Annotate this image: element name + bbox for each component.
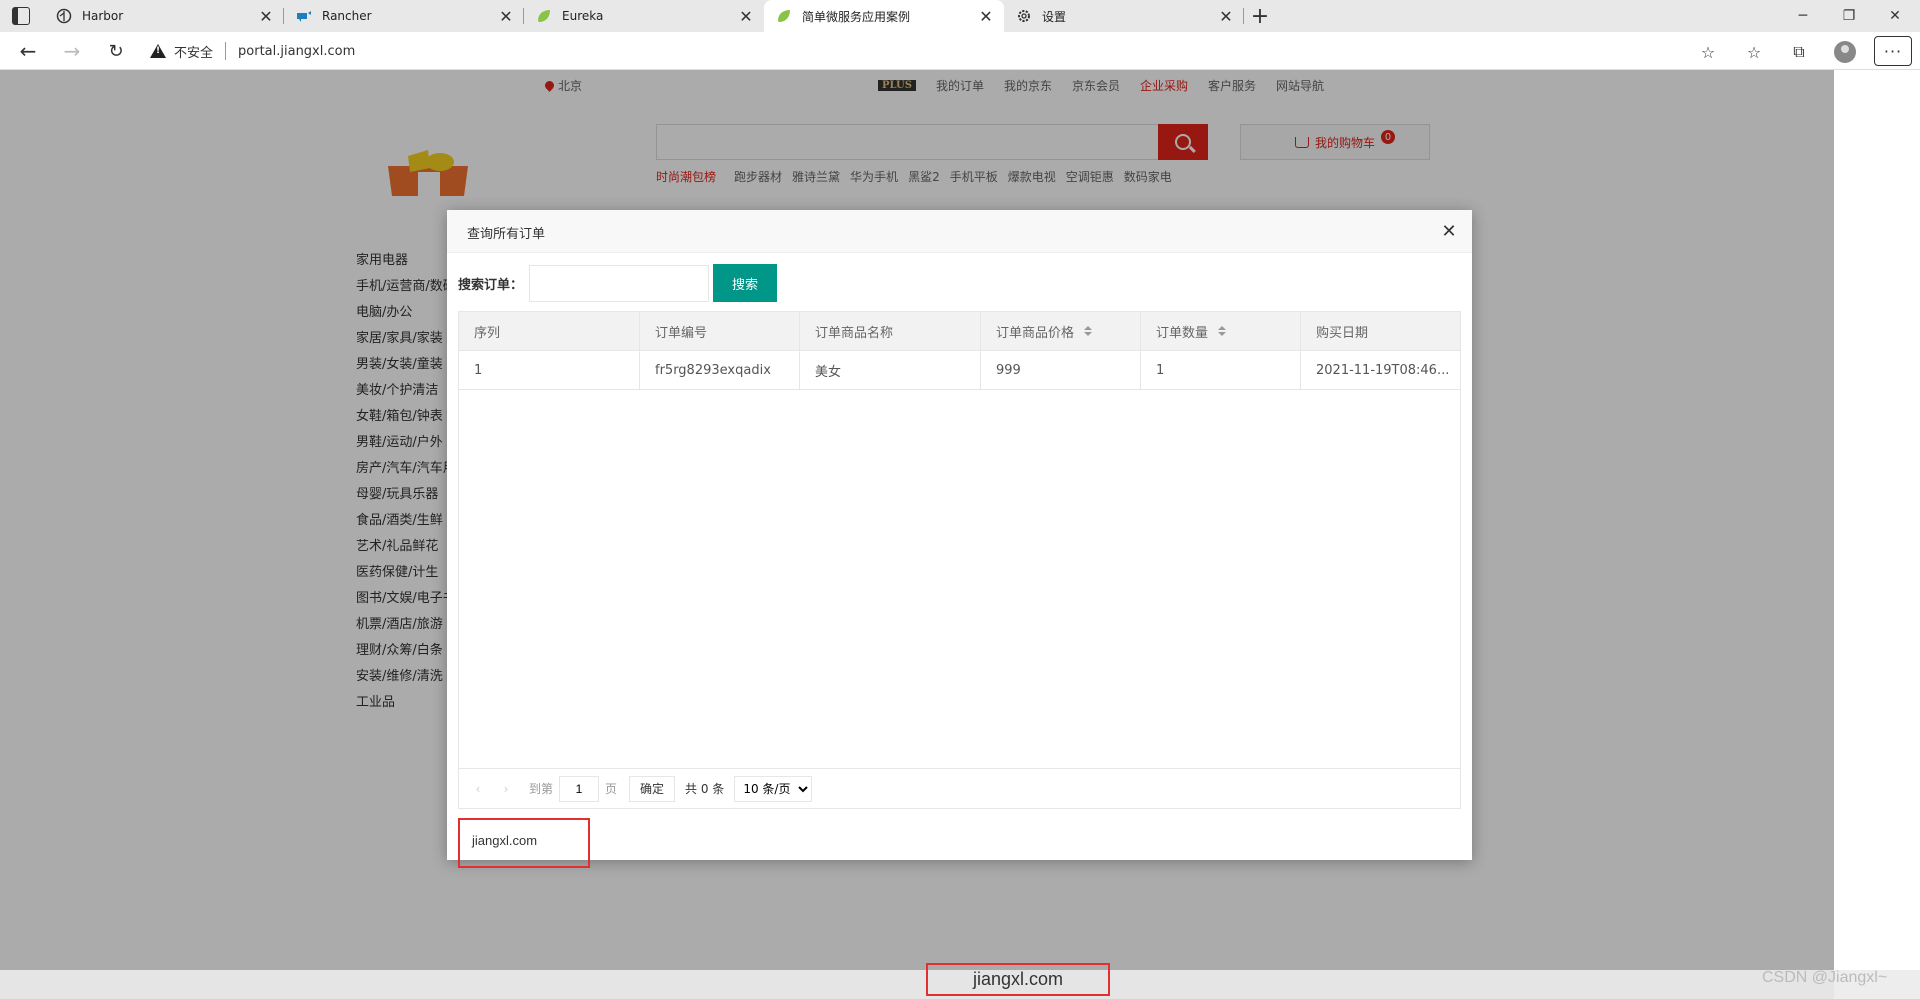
minimize-icon[interactable]: ─ <box>1780 0 1826 32</box>
spring-leaf-icon <box>536 8 552 24</box>
web-page: 家用电器 手机/运营商/数码 电脑/办公 家居/家具/家装 男装/女装/童装 美… <box>0 70 1920 999</box>
order-search-label: 搜索订单： <box>458 277 524 293</box>
order-search-button[interactable]: 搜索 <box>713 264 778 302</box>
column-header-sortable[interactable]: 订单数量 <box>1141 312 1301 350</box>
tab-title: Harbor <box>82 9 124 23</box>
goto-confirm-button[interactable]: 确定 <box>629 775 676 802</box>
page-size-select[interactable]: 10 条/页 <box>734 775 813 802</box>
total-count: 共 0 条 <box>685 782 725 796</box>
forward-icon[interactable]: → <box>60 39 84 63</box>
tab-eureka[interactable]: Eureka ✕ <box>524 0 764 32</box>
profile-icon[interactable] <box>1832 39 1858 65</box>
page-number-input[interactable] <box>559 775 600 802</box>
watermark-modal: jiangxl.com <box>458 818 590 868</box>
tab-close-icon[interactable]: ✕ <box>974 4 998 28</box>
column-label: 购买日期 <box>1316 325 1369 341</box>
address-bar: ← → ↻ 不安全 portal.jiangxl.com ☆ ☆ ⧉ ··· <box>0 32 1920 70</box>
tab-close-icon[interactable]: ✕ <box>254 4 278 28</box>
column-header: 序列 <box>459 312 640 350</box>
table-cell: fr5rg8293exqadix <box>640 351 800 389</box>
avatar <box>1834 41 1856 63</box>
column-header-sortable[interactable]: 订单商品价格 <box>981 312 1141 350</box>
tab-title: Eureka <box>562 9 604 23</box>
column-label: 序列 <box>474 325 501 341</box>
security-label: 不安全 <box>174 45 214 61</box>
goto-label: 到第 <box>529 782 554 796</box>
tab-microservice-demo[interactable]: 简单微服务应用案例 ✕ <box>764 0 1004 32</box>
favorite-add-icon[interactable]: ☆ <box>1695 39 1721 65</box>
favorites-icon[interactable]: ☆ <box>1741 39 1767 65</box>
url-divider <box>225 42 227 60</box>
tab-harbor[interactable]: Harbor ✕ <box>44 0 284 32</box>
refresh-icon[interactable]: ↻ <box>104 39 128 63</box>
table-row[interactable]: 1 fr5rg8293exqadix 美女 999 1 2021-11-19T0… <box>459 351 1460 390</box>
restore-icon[interactable]: ❐ <box>1826 0 1872 32</box>
tab-close-icon[interactable]: ✕ <box>1214 4 1238 28</box>
table-cell: 美女 <box>800 351 981 389</box>
close-icon[interactable]: ✕ <box>1438 220 1460 242</box>
csdn-watermark: CSDN @Jiangxl~ <box>1762 969 1888 986</box>
harbor-favicon-icon <box>56 8 72 24</box>
collections-icon[interactable]: ⧉ <box>1786 39 1812 65</box>
prev-page-icon[interactable]: ‹ <box>467 778 489 800</box>
pagination: ‹ › 到第 页 确定 共 0 条 10 条/页 <box>458 768 1461 809</box>
close-window-icon[interactable]: ✕ <box>1872 0 1918 32</box>
table-cell: 1 <box>1141 351 1301 389</box>
url-text: portal.jiangxl.com <box>238 43 356 59</box>
column-label: 订单商品价格 <box>996 325 1075 341</box>
next-page-icon[interactable]: › <box>495 778 517 800</box>
column-header: 订单编号 <box>640 312 800 350</box>
table-cell: 999 <box>981 351 1141 389</box>
table-header: 序列 订单编号 订单商品名称 订单商品价格 订单数量 购买日期 <box>459 312 1460 351</box>
sort-icon[interactable] <box>1084 326 1093 336</box>
modal-title: 查询所有订单 <box>467 227 546 242</box>
spring-leaf-icon <box>776 8 792 24</box>
page-unit-label: 页 <box>605 782 618 796</box>
tab-settings[interactable]: 设置 ✕ <box>1004 0 1244 32</box>
table-cell: 1 <box>459 351 640 389</box>
column-label: 订单商品名称 <box>815 325 894 341</box>
new-tab-button[interactable]: + <box>1248 4 1272 29</box>
modal-header: 查询所有订单 ✕ <box>447 210 1472 253</box>
tab-close-icon[interactable]: ✕ <box>494 4 518 28</box>
gear-icon <box>1016 8 1032 24</box>
warning-icon <box>150 44 166 58</box>
browser-tab-bar: Harbor ✕ Rancher ✕ Eureka ✕ 简单微服务应用案例 ✕ … <box>0 0 1920 32</box>
more-menu-icon[interactable]: ··· <box>1874 36 1912 66</box>
tab-title: 设置 <box>1042 9 1067 24</box>
column-header: 购买日期 <box>1301 312 1460 350</box>
column-label: 订单编号 <box>655 325 708 341</box>
tab-close-icon[interactable]: ✕ <box>734 4 758 28</box>
page-right-gutter <box>1834 70 1920 999</box>
tab-actions-icon[interactable] <box>12 7 30 25</box>
orders-modal: 查询所有订单 ✕ 搜索订单： 搜索 序列 订单编号 订单商品名称 订单商品价格 … <box>447 210 1472 868</box>
column-label: 订单数量 <box>1156 325 1209 341</box>
rancher-favicon-icon <box>296 8 312 24</box>
watermark-bottom: jiangxl.com <box>926 963 1110 996</box>
tab-title: 简单微服务应用案例 <box>802 9 911 24</box>
order-search-input[interactable] <box>529 264 710 302</box>
orders-table: 序列 订单编号 订单商品名称 订单商品价格 订单数量 购买日期 1 fr5rg8… <box>458 311 1461 809</box>
tab-title: Rancher <box>322 9 372 23</box>
url-field[interactable]: 不安全 portal.jiangxl.com <box>150 38 355 64</box>
back-icon[interactable]: ← <box>16 39 40 63</box>
column-header: 订单商品名称 <box>800 312 981 350</box>
table-cell: 2021-11-19T08:46... <box>1316 362 1450 378</box>
order-search-row: 搜索订单： 搜索 <box>458 264 778 302</box>
sort-icon[interactable] <box>1218 326 1227 336</box>
tab-rancher[interactable]: Rancher ✕ <box>284 0 524 32</box>
